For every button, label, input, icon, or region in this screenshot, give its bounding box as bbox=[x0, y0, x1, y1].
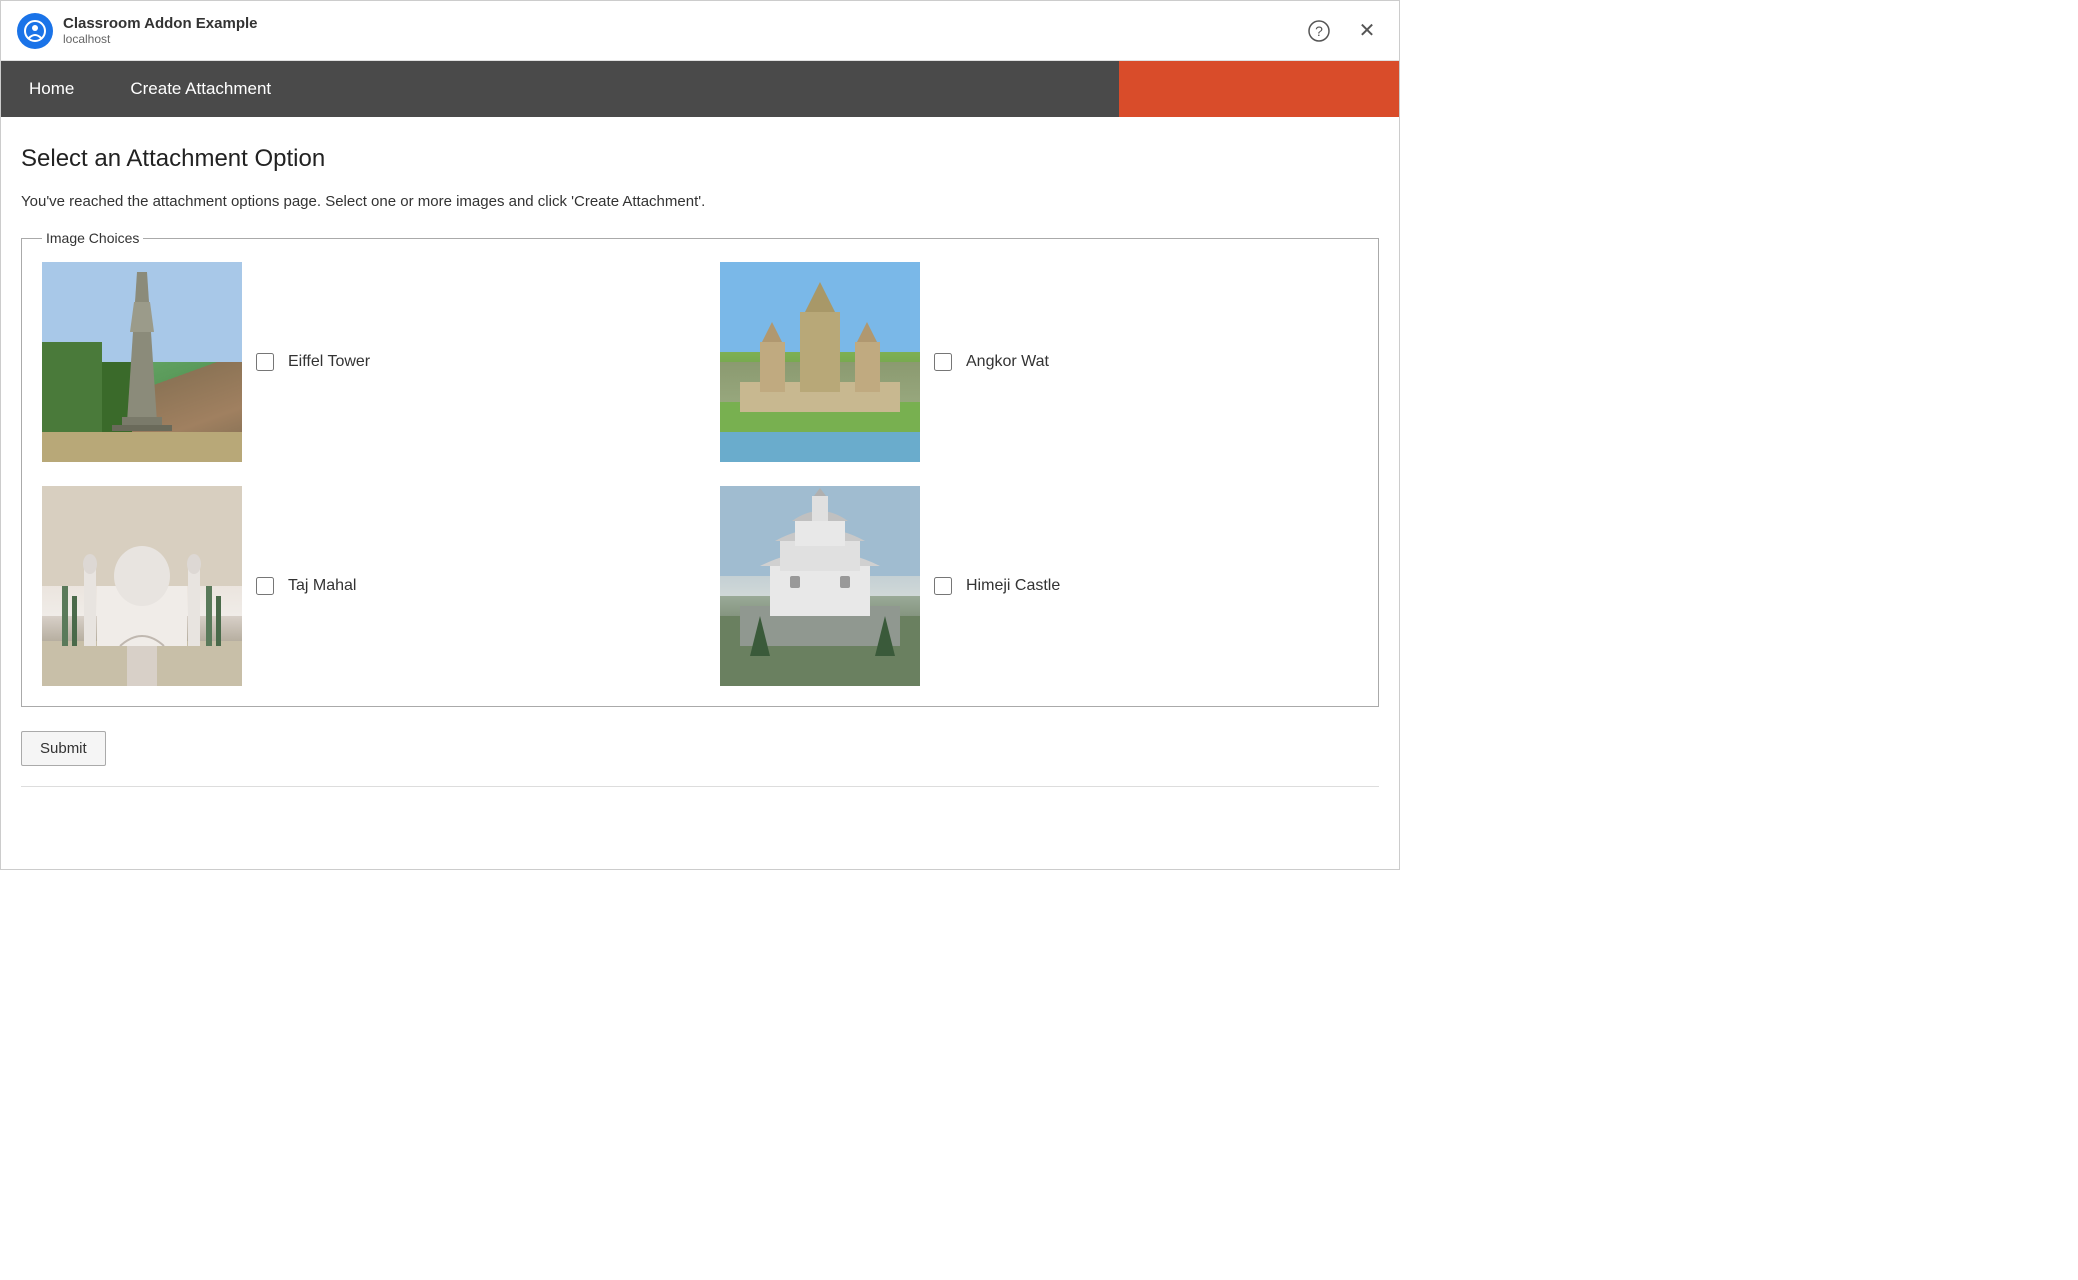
image-grid: Eiffel Tower bbox=[42, 262, 1358, 686]
angkor-label: Angkor Wat bbox=[966, 353, 1049, 371]
fieldset-legend: Image Choices bbox=[42, 230, 143, 246]
nav-spacer bbox=[299, 61, 1119, 117]
title-bar: Classroom Addon Example localhost ? ✕ bbox=[1, 1, 1399, 61]
image-choice-taj: Taj Mahal bbox=[42, 486, 680, 686]
app-name: Classroom Addon Example bbox=[63, 15, 258, 32]
image-choice-eiffel: Eiffel Tower bbox=[42, 262, 680, 462]
title-bar-actions: ? ✕ bbox=[1303, 15, 1383, 47]
app-icon bbox=[17, 13, 53, 49]
svg-text:?: ? bbox=[1315, 23, 1323, 39]
page-heading: Select an Attachment Option bbox=[21, 145, 1379, 173]
nav-create-attachment[interactable]: Create Attachment bbox=[102, 61, 299, 117]
himeji-checkbox[interactable] bbox=[934, 577, 952, 595]
help-button[interactable]: ? bbox=[1303, 15, 1335, 47]
nav-accent-block bbox=[1119, 61, 1399, 117]
image-choice-angkor: Angkor Wat bbox=[720, 262, 1358, 462]
image-choices-fieldset: Image Choices bbox=[21, 230, 1379, 707]
nav-home[interactable]: Home bbox=[1, 61, 102, 117]
app-url: localhost bbox=[63, 32, 258, 46]
image-choice-himeji: Himeji Castle bbox=[720, 486, 1358, 686]
taj-checkbox[interactable] bbox=[256, 577, 274, 595]
eiffel-label: Eiffel Tower bbox=[288, 353, 370, 371]
nav-bar: Home Create Attachment bbox=[1, 61, 1399, 117]
app-info: Classroom Addon Example localhost bbox=[17, 13, 258, 49]
eiffel-checkbox[interactable] bbox=[256, 353, 274, 371]
eiffel-tower-image bbox=[42, 262, 242, 462]
page-description: You've reached the attachment options pa… bbox=[21, 193, 1379, 210]
angkor-wat-image bbox=[720, 262, 920, 462]
app-title-group: Classroom Addon Example localhost bbox=[63, 15, 258, 46]
himeji-label: Himeji Castle bbox=[966, 577, 1060, 595]
taj-mahal-image bbox=[42, 486, 242, 686]
close-icon: ✕ bbox=[1359, 18, 1376, 43]
himeji-castle-image bbox=[720, 486, 920, 686]
angkor-checkbox[interactable] bbox=[934, 353, 952, 371]
main-content: Select an Attachment Option You've reach… bbox=[1, 117, 1399, 807]
footer-divider bbox=[21, 786, 1379, 787]
close-button[interactable]: ✕ bbox=[1351, 15, 1383, 47]
submit-button[interactable]: Submit bbox=[21, 731, 106, 766]
taj-label: Taj Mahal bbox=[288, 577, 356, 595]
